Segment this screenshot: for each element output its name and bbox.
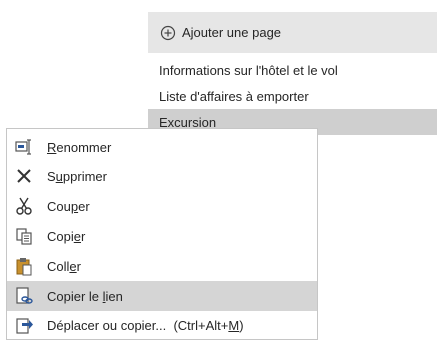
menu-item-label: Coller	[47, 258, 81, 274]
move-copy-icon	[14, 315, 34, 335]
page-item[interactable]: Informations sur l'hôtel et le vol	[148, 57, 437, 83]
menu-item-copy-link[interactable]: Copier le lien	[7, 281, 317, 311]
menu-item-label: Déplacer ou copier... (Ctrl+Alt+M)	[47, 317, 244, 333]
page-item-label: Informations sur l'hôtel et le vol	[159, 62, 338, 78]
link-icon	[14, 286, 34, 306]
menu-item-label: Copier	[47, 228, 86, 244]
add-circle-icon	[160, 25, 176, 41]
add-page-label: Ajouter une page	[182, 25, 282, 40]
menu-item-label: Couper	[47, 198, 90, 214]
menu-item-cut[interactable]: Couper	[7, 191, 317, 221]
add-page-button[interactable]: Ajouter une page	[148, 12, 437, 53]
page-item[interactable]: Liste d'affaires à emporter	[148, 83, 437, 109]
menu-item-rename[interactable]: Renommer	[7, 132, 317, 162]
delete-x-icon	[14, 166, 34, 186]
menu-item-label: Renommer	[47, 139, 112, 155]
pages-panel: Ajouter une page Informations sur l'hôte…	[148, 12, 437, 135]
page-item-label: Liste d'affaires à emporter	[159, 88, 309, 104]
copy-icon	[14, 226, 34, 246]
menu-item-label: Copier le lien	[47, 288, 123, 304]
paste-icon	[14, 256, 34, 276]
menu-item-copy[interactable]: Copier	[7, 221, 317, 251]
menu-item-label: Supprimer	[47, 168, 107, 184]
menu-item-delete[interactable]: Supprimer	[7, 161, 317, 191]
menu-item-move-copy[interactable]: Déplacer ou copier... (Ctrl+Alt+M)	[7, 310, 317, 340]
menu-item-paste[interactable]: Coller	[7, 251, 317, 281]
scissors-icon	[14, 196, 34, 216]
context-menu: Renommer Supprimer Couper Copier Coller …	[6, 128, 318, 340]
rename-icon	[14, 137, 34, 157]
